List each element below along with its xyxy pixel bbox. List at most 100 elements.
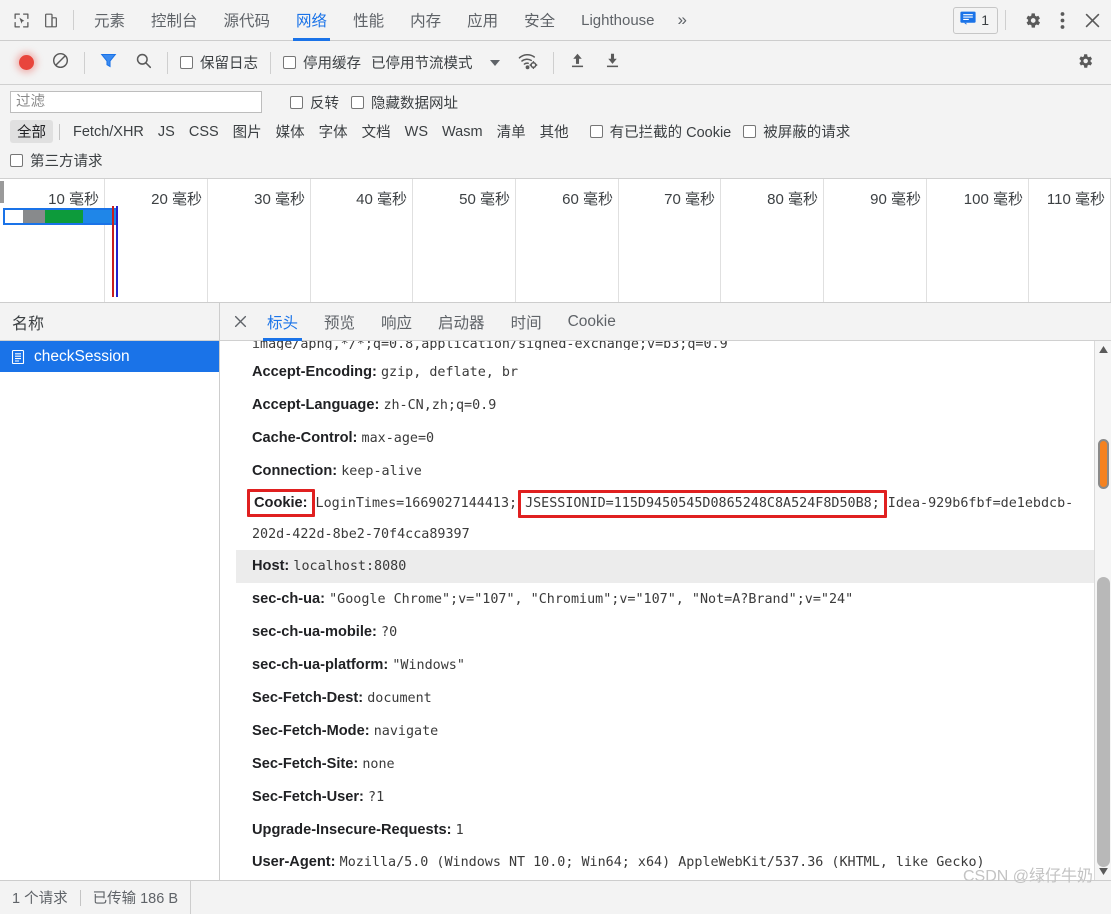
jsessionid-value: JSESSIONID=115D9450545D0865248C8A524F8D5…	[525, 496, 880, 511]
timeline-tick-50ms: 50 毫秒	[413, 179, 516, 302]
tick-label: 10 毫秒	[48, 191, 99, 208]
filter-type-font[interactable]: 字体	[312, 120, 355, 143]
checkbox-box	[589, 125, 603, 138]
disable-cache-checkbox[interactable]: 停用缓存	[277, 52, 367, 73]
more-tabs-chevron-icon[interactable]: »	[668, 10, 697, 30]
tab-application[interactable]: 应用	[454, 0, 511, 41]
header-value: 1	[455, 823, 464, 838]
details-tab-initiator[interactable]: 启动器	[425, 303, 498, 341]
header-key: sec-ch-ua:	[252, 591, 325, 607]
request-list-header[interactable]: 名称	[0, 303, 219, 341]
header-value: ?1	[368, 790, 385, 805]
inspect-cursor-icon[interactable]	[6, 5, 36, 35]
filter-type-manifest[interactable]: 清单	[490, 120, 533, 143]
tick-label: 100 毫秒	[963, 191, 1023, 208]
column-header-name: 名称	[12, 315, 45, 333]
blocked-cookies-checkbox[interactable]: 有已拦截的 Cookie	[584, 121, 738, 142]
tabbar-divider	[73, 10, 74, 30]
filter-type-ws[interactable]: WS	[398, 123, 435, 141]
blocked-requests-checkbox[interactable]: 被屏蔽的请求	[737, 121, 856, 142]
filter-type-wasm[interactable]: Wasm	[435, 123, 490, 141]
filter-divider	[59, 123, 60, 140]
filter-type-js[interactable]: JS	[151, 123, 182, 141]
timeline-left-handle[interactable]	[0, 181, 4, 203]
header-key: Upgrade-Insecure-Requests:	[252, 822, 452, 838]
tab-sources[interactable]: 源代码	[211, 0, 284, 41]
toolbar-divider-1	[84, 51, 85, 74]
tick-label: 30 毫秒	[254, 191, 305, 208]
tab-lighthouse[interactable]: Lighthouse	[568, 0, 667, 41]
device-toolbar-icon[interactable]	[36, 5, 66, 35]
table-row[interactable]: checkSession	[0, 341, 219, 372]
filter-type-other[interactable]: 其他	[533, 120, 576, 143]
export-har-button[interactable]	[595, 48, 630, 78]
tab-security[interactable]: 安全	[511, 0, 568, 41]
details-tab-preview[interactable]: 预览	[311, 303, 368, 341]
waterfall-segment-queueing	[5, 210, 23, 223]
search-button[interactable]	[126, 48, 161, 78]
filter-type-fetch-xhr[interactable]: Fetch/XHR	[66, 123, 151, 141]
devtools-window: 元素 控制台 源代码 网络 性能 内存 应用 安全 Lighthouse » 1	[0, 0, 1111, 914]
invert-checkbox[interactable]: 反转	[284, 92, 345, 113]
network-filter-bar: 反转 隐藏数据网址 全部 Fetch/XHR JS CSS 图片 媒体 字体 文…	[0, 85, 1111, 179]
header-row-sec-fetch-dest: Sec-Fetch-Dest: document	[236, 682, 1111, 715]
network-settings-button[interactable]	[1067, 48, 1103, 78]
console-message-badge[interactable]: 1	[953, 6, 998, 34]
tab-memory-label: 内存	[410, 13, 442, 30]
close-details-button[interactable]	[226, 308, 254, 336]
tab-performance[interactable]: 性能	[340, 0, 397, 41]
gear-icon[interactable]	[1017, 5, 1047, 35]
preserve-log-checkbox[interactable]: 保留日志	[174, 52, 264, 73]
filter-type-media[interactable]: 媒体	[269, 120, 312, 143]
request-list[interactable]: checkSession	[0, 341, 219, 880]
hide-data-urls-label: 隐藏数据网址	[371, 95, 458, 112]
close-icon[interactable]	[1077, 5, 1107, 35]
header-value: ?0	[381, 625, 398, 640]
panel-tabs: 元素 控制台 源代码 网络 性能 内存 应用 安全 Lighthouse	[81, 0, 668, 41]
throttling-select[interactable]: 已停用节流模式	[367, 52, 481, 73]
filter-type-all[interactable]: 全部	[10, 120, 53, 143]
filter-type-img[interactable]: 图片	[226, 120, 269, 143]
request-headers-viewer[interactable]: image/apng,*/*;q=0.8,application/signed-…	[220, 341, 1111, 880]
scrollbar-thumb[interactable]	[1097, 577, 1110, 867]
hide-data-urls-checkbox[interactable]: 隐藏数据网址	[345, 92, 464, 113]
toolbar-divider-2	[167, 51, 168, 74]
details-tab-cookies[interactable]: Cookie	[555, 303, 629, 341]
headers-vertical-scrollbar[interactable]	[1094, 341, 1111, 880]
checkbox-box	[351, 95, 364, 109]
tab-network[interactable]: 网络	[283, 0, 340, 41]
blocked-cookies-label: 有已拦截的 Cookie	[609, 125, 732, 141]
preserve-log-label: 保留日志	[200, 56, 258, 72]
import-har-button[interactable]	[560, 48, 595, 78]
filter-type-doc[interactable]: 文档	[355, 120, 398, 143]
tab-elements[interactable]: 元素	[81, 0, 138, 41]
filter-button[interactable]	[91, 48, 126, 78]
details-tab-response[interactable]: 响应	[368, 303, 425, 341]
network-overview-timeline[interactable]: 10 毫秒 20 毫秒 30 毫秒 40 毫秒 50 毫秒 60 毫秒 70 毫…	[0, 179, 1111, 303]
timeline-tick-100ms: 100 毫秒	[927, 179, 1029, 302]
request-waterfall-bar[interactable]	[3, 208, 118, 225]
more-vertical-icon[interactable]	[1047, 5, 1077, 35]
filter-row-3: 第三方请求	[10, 150, 1101, 171]
scroll-up-arrow-icon[interactable]	[1095, 341, 1111, 358]
throttling-dropdown-button[interactable]	[481, 48, 509, 78]
network-conditions-button[interactable]	[509, 48, 547, 78]
details-tab-timing[interactable]: 时间	[498, 303, 555, 341]
waterfall-segment-waiting	[45, 210, 83, 223]
header-value: localhost:8080	[293, 559, 407, 574]
record-button[interactable]	[10, 48, 43, 78]
tab-memory[interactable]: 内存	[397, 0, 454, 41]
scroll-down-arrow-icon[interactable]	[1095, 863, 1111, 880]
details-tab-label: 预览	[324, 314, 356, 332]
clear-button[interactable]	[43, 48, 78, 78]
request-name: checkSession	[34, 347, 130, 365]
tab-console-label: 控制台	[151, 13, 198, 30]
filter-input[interactable]	[10, 91, 262, 113]
record-circle-icon	[19, 55, 34, 70]
details-tab-headers[interactable]: 标头	[254, 303, 311, 341]
network-status-bar: 1 个请求 已传输 186 B	[0, 880, 1111, 914]
filter-type-css[interactable]: CSS	[182, 123, 226, 141]
tab-console[interactable]: 控制台	[138, 0, 211, 41]
header-value: none	[362, 757, 395, 772]
third-party-checkbox[interactable]: 第三方请求	[10, 150, 109, 171]
